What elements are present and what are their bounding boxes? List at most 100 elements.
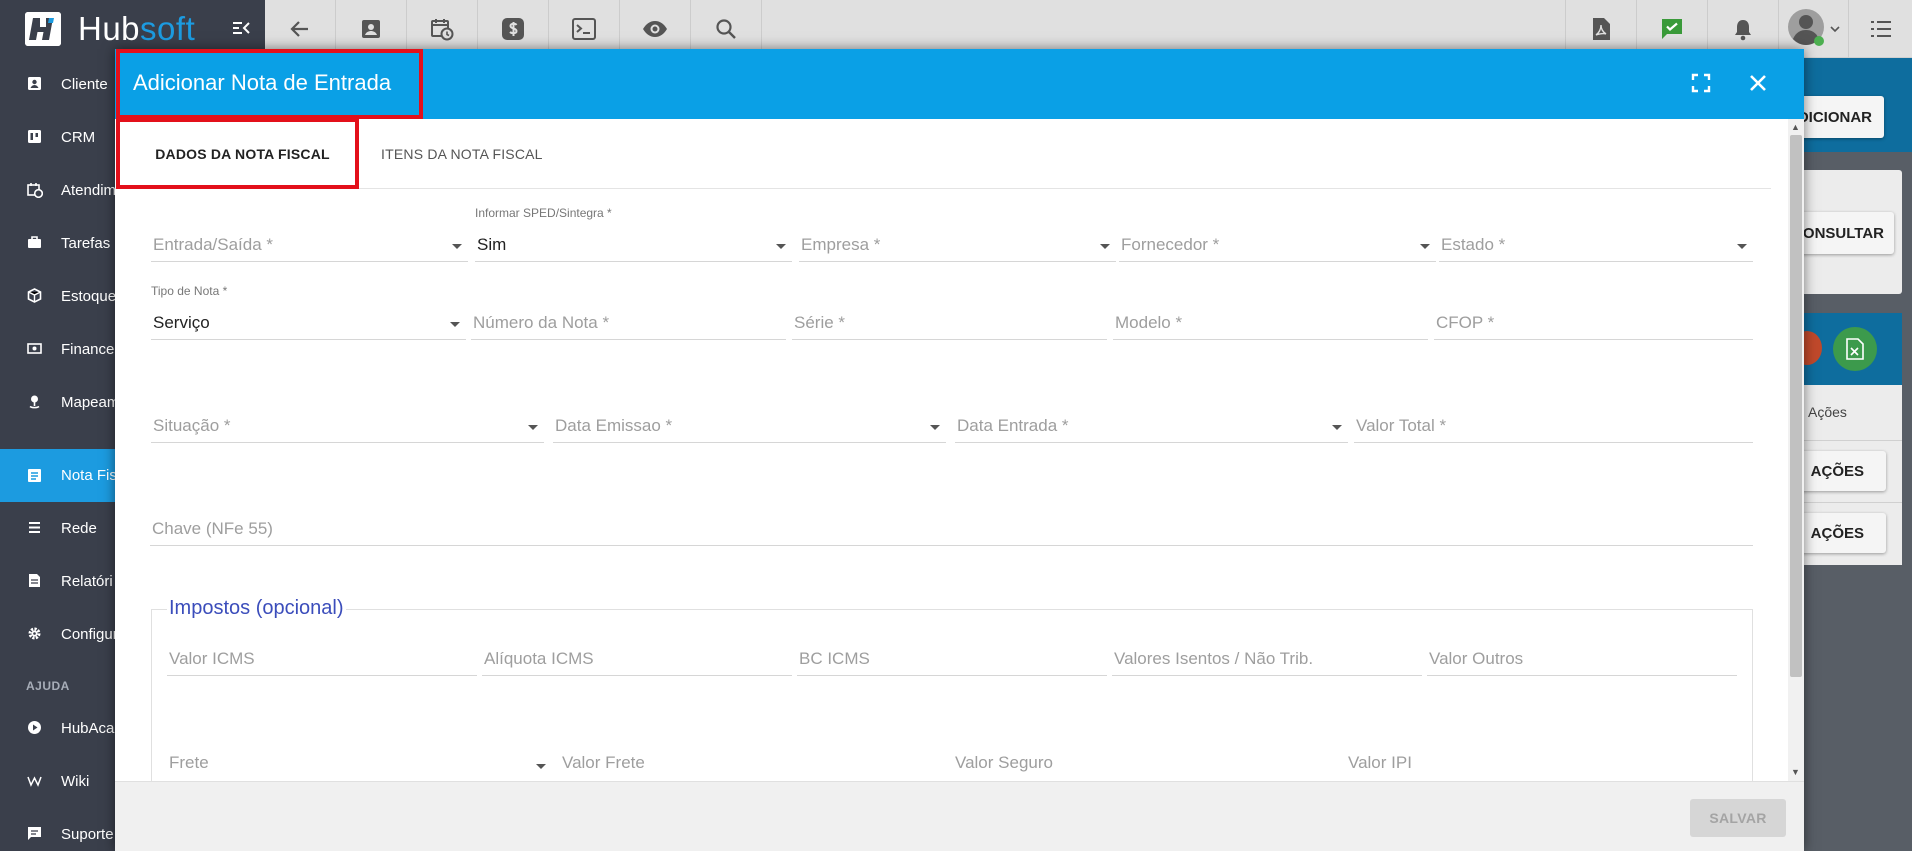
acoes-button[interactable]: AÇÕES [1790, 513, 1886, 553]
sidebar-item-label: Wiki [61, 773, 90, 790]
dropdown-arrow-icon [1737, 244, 1747, 249]
save-button[interactable]: SALVAR [1690, 799, 1786, 837]
collapse-menu-icon[interactable] [231, 18, 251, 38]
sidebar: Cliente CRM Atendim Tarefas Estoque Fina… [0, 58, 115, 851]
valor-frete-input[interactable]: Valor Frete [560, 746, 945, 779]
field-placeholder: Frete [169, 753, 209, 772]
sidebar-item-relatorios[interactable]: Relatóri [0, 555, 115, 608]
field-placeholder: Estado * [1441, 235, 1506, 254]
bell-icon [1733, 17, 1753, 41]
wiki-icon [27, 773, 42, 788]
cfop-input[interactable]: CFOP * [1434, 307, 1753, 340]
sidebar-item-label: Atendim [61, 182, 115, 199]
sidebar-item-crm[interactable]: CRM [0, 111, 115, 164]
box-icon [27, 288, 42, 303]
sidebar-item-wiki[interactable]: Wiki [0, 755, 115, 808]
sidebar-item-label: Suporte [61, 826, 114, 843]
tipo-nota-select[interactable]: Tipo de Nota * Serviço [151, 284, 466, 340]
contact-card-icon [360, 18, 382, 40]
add-invoice-modal: Adicionar Nota de Entrada DADOS DA NOTA … [115, 49, 1804, 851]
dropdown-arrow-icon [1332, 425, 1342, 430]
field-value: Sim [477, 235, 507, 254]
empresa-select[interactable]: Empresa * [799, 229, 1116, 262]
fullscreen-icon[interactable] [1691, 73, 1711, 93]
calendar-clock-icon [430, 17, 454, 41]
sidebar-item-suporte[interactable]: Suporte [0, 808, 115, 851]
valor-icms-input[interactable]: Valor ICMS [167, 643, 477, 676]
field-placeholder: Valor Seguro [955, 753, 1053, 772]
chave-nfe-input[interactable]: Chave (NFe 55) [150, 513, 1753, 546]
sidebar-item-cliente[interactable]: Cliente [0, 58, 115, 111]
valor-ipi-input[interactable]: Valor IPI [1346, 746, 1736, 779]
field-placeholder: Valores Isentos / Não Trib. [1114, 649, 1314, 668]
data-emissao-picker[interactable]: Data Emissao * [553, 410, 946, 443]
field-placeholder: Empresa * [801, 235, 881, 254]
sidebar-item-nota-fiscal[interactable]: Nota Fis [0, 449, 115, 502]
gear-icon [27, 626, 42, 641]
valor-outros-input[interactable]: Valor Outros [1427, 643, 1737, 676]
field-placeholder: Chave (NFe 55) [152, 519, 273, 538]
numero-nota-input[interactable]: Número da Nota * [471, 307, 786, 340]
sidebar-item-rede[interactable]: Rede [0, 502, 115, 555]
adicionar-button[interactable]: DICIONAR [1790, 96, 1884, 138]
main-menu-button[interactable] [1848, 0, 1912, 58]
fornecedor-select[interactable]: Fornecedor * [1119, 229, 1436, 262]
situacao-select[interactable]: Situação * [151, 410, 544, 443]
sidebar-item-configuracoes[interactable]: Configur [0, 608, 115, 661]
acoes-button[interactable]: AÇÕES [1790, 451, 1886, 491]
sidebar-item-estoque[interactable]: Estoque [0, 270, 115, 323]
back-arrow-icon [289, 18, 311, 40]
chat-icon [27, 826, 42, 841]
field-placeholder: Número da Nota * [473, 313, 610, 332]
field-placeholder: Valor Outros [1429, 649, 1524, 668]
valor-seguro-input[interactable]: Valor Seguro [953, 746, 1338, 779]
money-icon [27, 341, 42, 356]
field-value: Serviço [153, 313, 210, 332]
network-icon [27, 520, 42, 535]
bc-icms-input[interactable]: BC ICMS [797, 643, 1107, 676]
serie-input[interactable]: Série * [792, 307, 1107, 340]
field-placeholder: Data Entrada * [957, 416, 1069, 435]
sped-sintegra-select[interactable]: Informar SPED/Sintegra * Sim [475, 206, 792, 262]
estado-select[interactable]: Estado * [1439, 229, 1753, 262]
results-table-header: Ações [1800, 385, 1902, 441]
eye-icon [642, 20, 668, 38]
sidebar-item-mapeamento[interactable]: Mapeam [0, 376, 115, 429]
kanban-icon [27, 129, 42, 144]
valores-isentos-input[interactable]: Valores Isentos / Não Trib. [1112, 643, 1422, 676]
field-placeholder: Situação * [153, 416, 231, 435]
sidebar-item-atendimento[interactable]: Atendim [0, 164, 115, 217]
acoes-column-header: Ações [1808, 404, 1847, 420]
frete-select[interactable]: Frete [167, 746, 552, 779]
modelo-input[interactable]: Modelo * [1113, 307, 1428, 340]
map-pin-icon [27, 394, 42, 409]
valor-total-input[interactable]: Valor Total * [1354, 410, 1753, 443]
sidebar-item-label: HubAcad [61, 720, 115, 737]
contact-icon [27, 76, 42, 91]
pdf-icon [1591, 17, 1611, 41]
data-entrada-picker[interactable]: Data Entrada * [955, 410, 1348, 443]
tab-dados-nota-fiscal[interactable]: DADOS DA NOTA FISCAL [115, 119, 356, 189]
user-avatar [1787, 7, 1828, 51]
field-placeholder: Valor Frete [562, 753, 645, 772]
sidebar-item-label: Rede [61, 520, 97, 537]
tab-itens-nota-fiscal[interactable]: ITENS DA NOTA FISCAL [381, 119, 543, 189]
logo-icon [25, 12, 61, 46]
close-icon[interactable] [1748, 73, 1768, 93]
sidebar-item-financeiro[interactable]: Financei [0, 323, 115, 376]
dropdown-arrow-icon [450, 322, 460, 327]
scroll-down-icon[interactable]: ▼ [1791, 767, 1800, 777]
scroll-up-icon[interactable]: ▲ [1791, 122, 1800, 132]
entrada-saida-select[interactable]: Entrada/Saída * [151, 229, 468, 262]
consultar-button[interactable]: CONSULTAR [1790, 212, 1894, 254]
sidebar-item-tarefas[interactable]: Tarefas [0, 217, 115, 270]
field-placeholder: Valor Total * [1356, 416, 1447, 435]
dropdown-arrow-icon [776, 244, 786, 249]
terminal-icon [572, 18, 596, 40]
sidebar-item-hubacademy[interactable]: HubAcad [0, 702, 115, 755]
field-placeholder: Data Emissao * [555, 416, 673, 435]
sidebar-item-label: CRM [61, 129, 96, 146]
aliquota-icms-input[interactable]: Alíquota ICMS [482, 643, 792, 676]
excel-export-icon[interactable] [1833, 327, 1877, 371]
scrollbar-thumb[interactable] [1790, 135, 1802, 677]
